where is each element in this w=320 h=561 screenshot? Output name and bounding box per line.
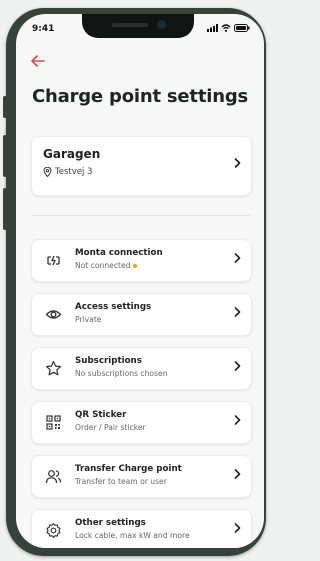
app-screen: 9:41 Charge point settings Garagen Testv… [16,14,264,548]
site-card[interactable]: Garagen Testvej 3 [31,136,252,196]
star-icon [45,360,62,376]
site-address: Testvej 3 [43,167,92,177]
subscriptions-item[interactable]: Subscriptions No subscriptions chosen [31,347,252,390]
item-subtitle: Transfer to team or user [75,477,167,486]
item-subtitle: Private [75,315,102,324]
back-button[interactable] [30,54,50,70]
battery-icon [234,24,250,32]
camera [157,20,166,29]
access-settings-item[interactable]: Access settings Private [31,293,252,336]
status-time: 9:41 [32,24,55,34]
monta-connection-item[interactable]: Monta connection Not connected [31,239,252,282]
chevron-right-icon [234,252,241,267]
item-title: Subscriptions [75,356,142,366]
qr-sticker-item[interactable]: QR Sticker Order / Pair sticker [31,401,252,444]
chevron-right-icon [234,360,241,375]
item-subtitle: Lock cable, max kW and more [75,531,190,540]
volume-down-button [3,188,7,230]
divider [31,215,250,216]
site-address-text: Testvej 3 [55,167,93,177]
item-subtitle: Order / Pair sticker [75,423,146,432]
speaker [112,23,148,27]
item-title: Other settings [75,518,146,528]
item-subtitle: Not connected [75,261,138,270]
arrow-left-icon [31,55,45,67]
transfer-charge-point-item[interactable]: Transfer Charge point Transfer to team o… [31,455,252,498]
site-name: Garagen [43,147,101,161]
chevron-right-icon [234,414,241,429]
item-subtitle-text: Not connected [75,261,131,270]
chevron-right-icon [234,157,241,172]
users-icon [45,470,62,484]
wifi-icon [221,24,231,32]
chevron-right-icon [234,306,241,321]
item-title: QR Sticker [75,410,127,420]
qr-code-icon [46,415,61,430]
item-subtitle: No subscriptions chosen [75,369,168,378]
location-pin-icon [43,167,52,177]
notch [82,14,194,38]
chevron-right-icon [234,522,241,537]
item-title: Transfer Charge point [75,464,182,474]
other-settings-item[interactable]: Other settings Lock cable, max kW and mo… [31,509,252,548]
eye-icon [45,310,62,319]
item-title: Access settings [75,302,152,312]
silent-switch [3,96,7,118]
plug-icon [47,255,60,266]
chevron-right-icon [234,468,241,483]
signal-icon [207,24,218,32]
volume-up-button [3,135,7,177]
gear-icon [46,522,61,539]
status-dot [133,263,138,268]
item-title: Monta connection [75,248,163,258]
page-title: Charge point settings [32,86,249,107]
status-icons [207,24,250,32]
